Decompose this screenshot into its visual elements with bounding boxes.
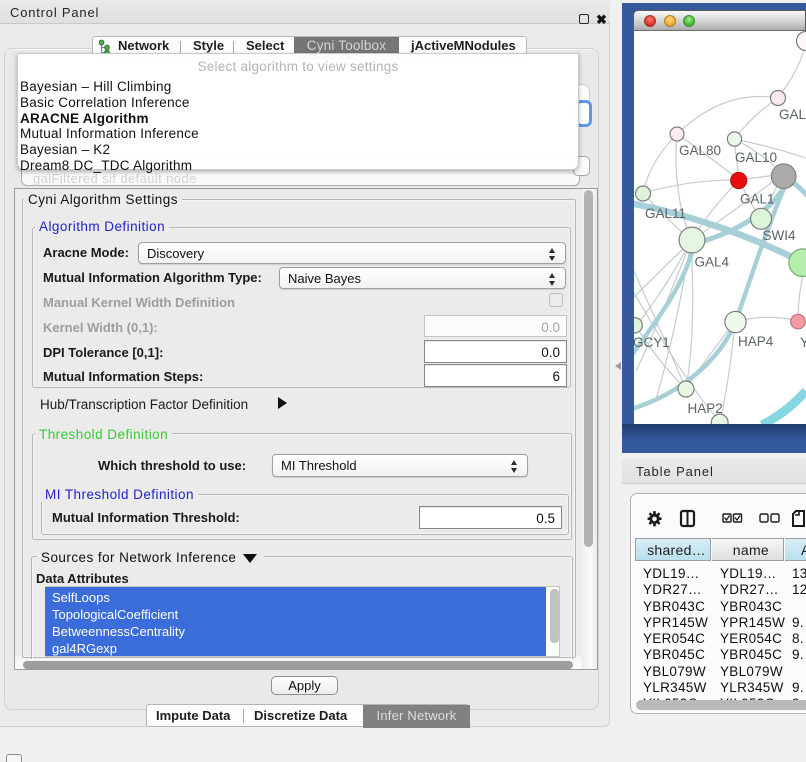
svg-text:GAL1: GAL1	[740, 192, 775, 207]
svg-text:GAL80: GAL80	[679, 143, 721, 158]
svg-text:GAL10: GAL10	[735, 150, 777, 165]
svg-text:HAP4: HAP4	[738, 334, 774, 349]
svg-text:GCY1: GCY1	[634, 335, 670, 350]
svg-text:GAL7: GAL7	[779, 107, 806, 122]
svg-text:GAL11: GAL11	[645, 206, 686, 221]
svg-text:Y: Y	[800, 335, 806, 350]
svg-text:SWI4: SWI4	[763, 228, 796, 243]
svg-text:HAP2: HAP2	[688, 401, 723, 416]
svg-text:GAL4: GAL4	[695, 255, 730, 270]
